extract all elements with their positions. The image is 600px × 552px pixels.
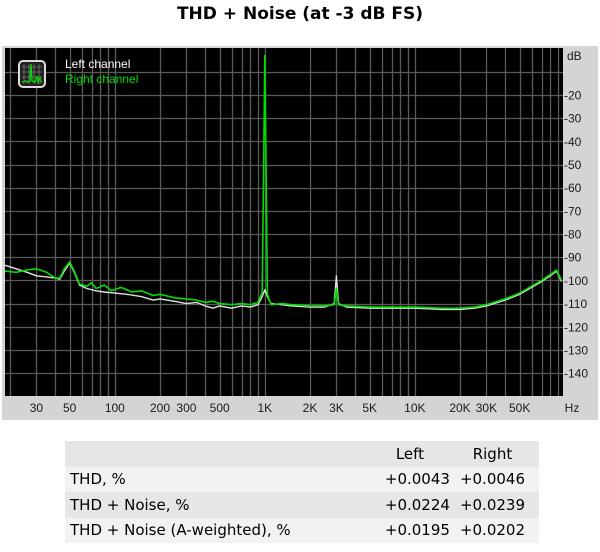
plot-area xyxy=(5,48,563,396)
x-axis-labels: 30 50 100 200 300 500 1K 2K 3K 5K 10K 20K 30K 50K Hz xyxy=(30,401,580,415)
y-tick-label: -40 xyxy=(564,135,582,149)
table-row: THD + Noise (A-weighted), % +0.0195 +0.0… xyxy=(65,517,539,543)
row-label: THD + Noise, % xyxy=(70,495,190,514)
y-tick-label: -30 xyxy=(564,112,582,126)
x-tick-label: 30 xyxy=(30,401,44,415)
x-tick-label: 100 xyxy=(105,401,125,415)
y-tick-label: -80 xyxy=(564,228,582,242)
stats-table: Left Right THD, % +0.0043 +0.0046 THD + … xyxy=(65,441,539,543)
table-row: THD, % +0.0043 +0.0046 xyxy=(65,466,539,492)
x-tick-label: 200 xyxy=(150,401,170,415)
legend-entry-right-channel: Right channel xyxy=(65,72,138,86)
legend-entry-left-channel: Left channel xyxy=(65,57,130,71)
x-tick-label: 30K xyxy=(476,401,497,415)
y-axis-unit-label: dB xyxy=(567,49,582,63)
x-axis-unit-label: Hz xyxy=(565,401,580,415)
row-right-value: +0.0046 xyxy=(459,470,525,489)
x-tick-label: 20K xyxy=(449,401,470,415)
legend: Left channelRight channel xyxy=(18,57,138,88)
y-axis-labels: dB -20 -30 -40 -50 -60 -70 -80 -90 -100 -110 -120 -1… xyxy=(564,49,588,381)
row-label: THD, % xyxy=(70,470,126,489)
row-label: THD + Noise (A-weighted), % xyxy=(70,521,291,540)
header-blank xyxy=(65,441,365,467)
thd-noise-chart: 30 50 100 200 300 500 1K 2K 3K 5K 10K 20K 30K 50K Hz d… xyxy=(2,46,598,420)
y-tick-label: -90 xyxy=(564,251,582,265)
y-tick-label: -110 xyxy=(564,297,587,311)
y-tick-label: -20 xyxy=(564,88,582,102)
row-left-value: +0.0224 xyxy=(384,495,450,514)
y-tick-label: -50 xyxy=(564,158,582,172)
y-tick-label: -70 xyxy=(564,204,582,218)
header-left: Left xyxy=(395,444,425,463)
y-tick-label: -100 xyxy=(564,274,588,288)
y-tick-label: -120 xyxy=(564,320,588,334)
row-left-value: +0.0195 xyxy=(384,521,450,540)
spectrum-icon xyxy=(18,60,46,88)
x-tick-label: 3K xyxy=(329,401,344,415)
table-row: THD + Noise, % +0.0224 +0.0239 xyxy=(65,492,539,518)
x-tick-label: 10K xyxy=(404,401,425,415)
row-right-value: +0.0202 xyxy=(459,521,525,540)
chart-svg: 30 50 100 200 300 500 1K 2K 3K 5K 10K 20K 30K 50K Hz d… xyxy=(4,48,588,415)
x-tick-label: 500 xyxy=(210,401,230,415)
x-tick-label: 50K xyxy=(509,401,530,415)
y-tick-label: -140 xyxy=(564,367,588,381)
x-tick-label: 50 xyxy=(63,401,77,415)
row-right-value: +0.0239 xyxy=(459,495,525,514)
y-tick-label: -130 xyxy=(564,343,588,357)
header-right: Right xyxy=(472,444,513,463)
row-left-value: +0.0043 xyxy=(384,470,450,489)
x-tick-label: 5K xyxy=(362,401,377,415)
y-tick-label: -60 xyxy=(564,181,582,195)
chart-title: THD + Noise (at -3 dB FS) xyxy=(176,4,424,24)
x-tick-label: 2K xyxy=(303,401,318,415)
x-tick-label: 300 xyxy=(176,401,196,415)
x-tick-label: 1K xyxy=(258,401,273,415)
table-header-row: Left Right xyxy=(65,441,539,467)
